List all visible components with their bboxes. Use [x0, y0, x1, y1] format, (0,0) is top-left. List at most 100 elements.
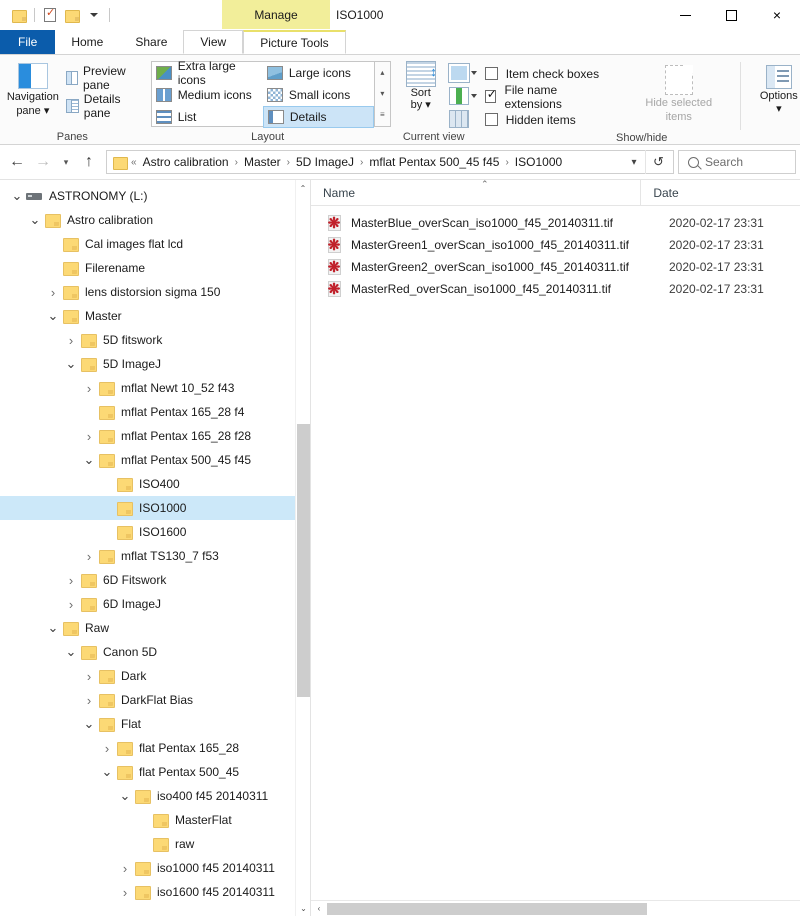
navigation-pane-button[interactable]: Navigation pane ▾ — [0, 61, 62, 117]
layout-details[interactable]: Details — [262, 106, 375, 128]
chevron-down-icon[interactable]: ⌄ — [44, 304, 62, 328]
chevron-down-icon[interactable]: ⌄ — [62, 640, 80, 664]
chevron-down-icon[interactable]: ⌄ — [26, 208, 44, 232]
layout-gallery[interactable]: Extra large icons Large icons Medium ico… — [150, 59, 376, 128]
chevron-right-icon[interactable]: › — [80, 424, 98, 448]
chevron-down-icon[interactable]: ⌄ — [62, 352, 80, 376]
chevron-down-icon[interactable]: ⌄ — [116, 784, 134, 808]
nav-scroll-up-button[interactable]: ⌃ — [296, 180, 310, 196]
tab-file[interactable]: File — [0, 30, 56, 54]
tree-item[interactable]: › flat Pentax 165_28 — [0, 736, 310, 760]
hidden-items-checkbox[interactable] — [484, 113, 498, 126]
chevron-down-icon[interactable]: ⌄ — [80, 712, 98, 736]
breadcrumb-item-2[interactable]: 5D ImageJ — [291, 155, 359, 169]
chevron-right-icon[interactable]: › — [80, 688, 98, 712]
options-dropdown-icon[interactable]: ▾ — [776, 103, 782, 115]
tab-picture-tools[interactable]: Picture Tools — [243, 30, 346, 54]
preview-pane-button[interactable]: Preview pane — [62, 64, 145, 92]
back-button[interactable]: ← — [4, 149, 30, 175]
item-check-boxes-row[interactable]: Item check boxes — [484, 63, 606, 84]
gallery-scroll-up-icon[interactable]: ▴ — [380, 68, 384, 77]
chevron-right-icon[interactable]: › — [116, 856, 134, 880]
tree-item[interactable]: › 5D fitswork — [0, 328, 310, 352]
tree-item[interactable]: › DarkFlat Bias — [0, 688, 310, 712]
layout-gallery-scroll[interactable]: ▴ ▾ ≡ — [375, 61, 391, 127]
maximize-button[interactable] — [708, 0, 754, 30]
tree-item[interactable]: ISO1600 — [0, 520, 310, 544]
file-row[interactable]: ❋ MasterGreen1_overScan_iso1000_f45_20140… — [311, 234, 800, 256]
chevron-down-icon[interactable]: ⌄ — [44, 616, 62, 640]
tree-item[interactable]: ISO400 — [0, 472, 310, 496]
tree-item[interactable]: ⌄ Master — [0, 304, 310, 328]
hscroll-thumb[interactable] — [327, 902, 647, 915]
tab-home[interactable]: Home — [55, 30, 119, 54]
tree-item[interactable]: Filerename — [0, 256, 310, 280]
breadcrumb-item-0[interactable]: Astro calibration — [138, 155, 234, 169]
qat-customize-button[interactable] — [83, 4, 105, 26]
forward-button[interactable]: → — [30, 149, 56, 175]
tree-item[interactable]: › iso1600 f45 20140311 — [0, 880, 310, 904]
tree-item[interactable]: › lens distorsion sigma 150 — [0, 280, 310, 304]
tree-item[interactable]: MasterFlat — [0, 808, 310, 832]
minimize-button[interactable] — [662, 0, 708, 30]
chevron-right-icon[interactable]: › — [98, 736, 116, 760]
file-list-hscrollbar[interactable]: ‹ — [311, 900, 800, 916]
tree-item[interactable]: › 6D ImageJ — [0, 592, 310, 616]
breadcrumb-item-4[interactable]: ISO1000 — [510, 155, 567, 169]
layout-small-icons[interactable]: Small icons — [263, 84, 374, 106]
search-box[interactable]: Search — [678, 150, 796, 174]
nav-scroll-thumb[interactable] — [297, 424, 310, 697]
chevron-right-icon[interactable]: › — [62, 592, 80, 616]
chevron-down-icon[interactable]: ⌄ — [80, 448, 98, 472]
chevron-right-icon[interactable]: › — [116, 880, 134, 904]
qat-properties-button[interactable] — [39, 4, 61, 26]
file-row[interactable]: ❋ MasterGreen2_overScan_iso1000_f45_20140… — [311, 256, 800, 278]
tree-item[interactable]: › 6D Fitswork — [0, 568, 310, 592]
hscroll-track[interactable] — [327, 901, 800, 916]
layout-extra-large-icons[interactable]: Extra large icons — [152, 59, 263, 87]
options-button[interactable]: Options ▾ — [751, 61, 800, 115]
group-by-button[interactable] — [448, 85, 477, 106]
chevron-right-icon[interactable]: › — [80, 544, 98, 568]
file-row[interactable]: ❋ MasterRed_overScan_iso1000_f45_20140311… — [311, 278, 800, 300]
tree-item[interactable]: ⌄ 5D ImageJ — [0, 352, 310, 376]
tree-item[interactable]: › mflat Newt 10_52 f43 — [0, 376, 310, 400]
refresh-button[interactable]: ↺ — [645, 150, 671, 174]
layout-list[interactable]: List — [152, 106, 263, 128]
chevron-right-icon[interactable]: › — [62, 568, 80, 592]
breadcrumb-item-1[interactable]: Master — [239, 155, 286, 169]
column-header-name[interactable]: Name ⌃ — [311, 179, 640, 206]
tree-item[interactable]: ⌄ mflat Pentax 500_45 f45 — [0, 448, 310, 472]
file-row[interactable]: ❋ MasterBlue_overScan_iso1000_f45_2014031… — [311, 212, 800, 234]
layout-large-icons[interactable]: Large icons — [263, 62, 374, 84]
tree-item[interactable]: ⌄ iso400 f45 20140311 — [0, 784, 310, 808]
tree-item[interactable]: Cal images flat lcd — [0, 232, 310, 256]
chevron-right-icon[interactable]: › — [44, 280, 62, 304]
item-check-boxes-checkbox[interactable] — [484, 67, 498, 80]
tree-item[interactable]: ⌄ ASTRONOMY (L:) — [0, 184, 310, 208]
column-header-date[interactable]: Date — [640, 179, 800, 206]
chevron-down-icon[interactable]: ⌄ — [8, 184, 26, 208]
tab-view[interactable]: View — [183, 30, 244, 54]
tree-item[interactable]: › Dark — [0, 664, 310, 688]
tree-item[interactable]: ⌄ Flat — [0, 712, 310, 736]
qat-folder-button[interactable] — [8, 4, 30, 26]
breadcrumb-bar[interactable]: « Astro calibration › Master › 5D ImageJ… — [106, 150, 674, 174]
qat-new-folder-button[interactable] — [61, 4, 83, 26]
sort-by-button[interactable]: Sort by ▾ — [397, 61, 445, 111]
breadcrumb[interactable]: « Astro calibration › Master › 5D ImageJ… — [130, 155, 623, 169]
tab-share[interactable]: Share — [119, 30, 183, 54]
tree-item[interactable]: ⌄ flat Pentax 500_45 — [0, 760, 310, 784]
tree-item[interactable]: mflat Pentax 165_28 f4 — [0, 400, 310, 424]
file-name-extensions-checkbox[interactable] — [484, 87, 497, 103]
tree-item[interactable]: raw — [0, 832, 310, 856]
layout-medium-icons[interactable]: Medium icons — [152, 84, 263, 106]
chevron-right-icon[interactable]: › — [80, 376, 98, 400]
tree-item[interactable]: › iso1000 f45 20140311 — [0, 856, 310, 880]
nav-scroll-down-button[interactable]: ⌄ — [296, 900, 310, 916]
gallery-more-icon[interactable]: ≡ — [380, 111, 385, 119]
tree-item[interactable]: ⌄ Astro calibration — [0, 208, 310, 232]
hidden-items-row[interactable]: Hidden items — [484, 109, 606, 130]
tree-item[interactable]: ⌄ Raw — [0, 616, 310, 640]
gallery-scroll-down-icon[interactable]: ▾ — [380, 89, 384, 98]
